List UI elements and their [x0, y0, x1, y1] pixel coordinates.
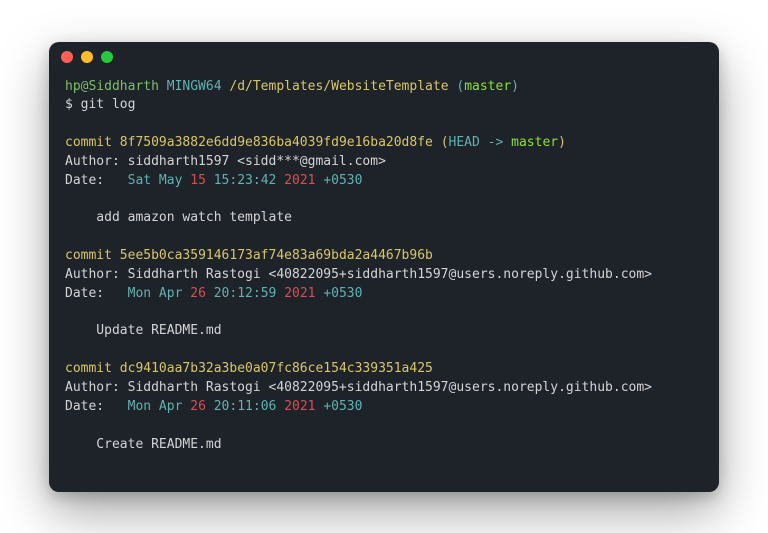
branch-name: master: [511, 135, 558, 150]
date-prefix: Date:: [65, 173, 128, 188]
prompt-ps1: $: [65, 97, 81, 112]
date-tz: +0530: [316, 399, 363, 414]
commit-message: Create README.md: [65, 437, 222, 452]
date-tz: +0530: [316, 173, 363, 188]
close-icon[interactable]: [61, 51, 73, 63]
commit-hash: 5ee5b0ca359146173af74e83a69bda2a4467b96b: [120, 248, 433, 263]
date-day: Mon Apr: [128, 286, 191, 301]
head-label: HEAD ->: [449, 135, 512, 150]
date-time: 15:23:42: [206, 173, 284, 188]
branch-paren-open: (: [456, 79, 464, 94]
commit-message: add amazon watch template: [65, 210, 292, 225]
terminal-window: hp@Siddharth MINGW64 /d/Templates/Websit…: [49, 42, 719, 492]
date-prefix: Date:: [65, 399, 128, 414]
date-num: 26: [190, 286, 206, 301]
terminal-body[interactable]: hp@Siddharth MINGW64 /d/Templates/Websit…: [49, 72, 719, 492]
deco-open: (: [433, 135, 449, 150]
author-line: Author: siddharth1597 <sidd***@gmail.com…: [65, 154, 386, 169]
prompt-sys: MINGW64: [167, 79, 222, 94]
author-line: Author: Siddharth Rastogi <40822095+sidd…: [65, 267, 652, 282]
commit-label: commit: [65, 361, 120, 376]
maximize-icon[interactable]: [101, 51, 113, 63]
commit-label: commit: [65, 248, 120, 263]
command: git log: [81, 97, 136, 112]
date-prefix: Date:: [65, 286, 128, 301]
prompt-user-host: hp@Siddharth: [65, 79, 159, 94]
date-day: Sat May: [128, 173, 191, 188]
titlebar: [49, 42, 719, 72]
date-day: Mon Apr: [128, 399, 191, 414]
date-num: 26: [190, 399, 206, 414]
prompt-path: /d/Templates/WebsiteTemplate: [229, 79, 448, 94]
date-time: 20:11:06: [206, 399, 284, 414]
date-tz: +0530: [316, 286, 363, 301]
date-time: 20:12:59: [206, 286, 284, 301]
author-line: Author: Siddharth Rastogi <40822095+sidd…: [65, 380, 652, 395]
date-num: 15: [190, 173, 206, 188]
minimize-icon[interactable]: [81, 51, 93, 63]
commit-hash: 8f7509a3882e6dd9e836ba4039fd9e16ba20d8fe: [120, 135, 433, 150]
date-year: 2021: [284, 173, 315, 188]
branch-paren-close: ): [511, 79, 519, 94]
commit-hash: dc9410aa7b32a3be0a07fc86ce154c339351a425: [120, 361, 433, 376]
prompt-branch: master: [464, 79, 511, 94]
deco-close: ): [558, 135, 566, 150]
date-year: 2021: [284, 286, 315, 301]
commit-message: Update README.md: [65, 323, 222, 338]
date-year: 2021: [284, 399, 315, 414]
commit-label: commit: [65, 135, 120, 150]
